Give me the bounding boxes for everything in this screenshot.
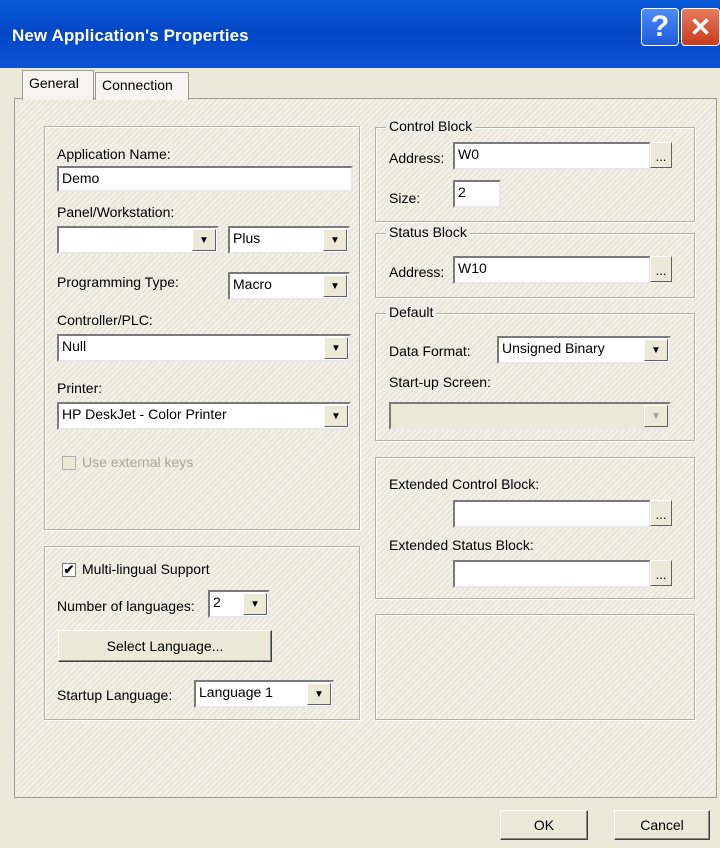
default-title: Default bbox=[386, 304, 437, 320]
ok-button[interactable]: OK bbox=[500, 810, 588, 840]
chevron-down-icon[interactable]: ▼ bbox=[324, 337, 348, 359]
data-format-combo[interactable]: Unsigned Binary ▼ bbox=[497, 336, 671, 364]
window-title: New Application's Properties bbox=[12, 26, 249, 45]
status-address-field[interactable]: W10 bbox=[453, 256, 651, 284]
close-button[interactable]: ✕ bbox=[681, 8, 720, 46]
status-block-title: Status Block bbox=[386, 224, 470, 240]
multilingual-label: Multi-lingual Support bbox=[82, 561, 210, 577]
programming-type-label: Programming Type: bbox=[57, 274, 179, 290]
printer-label: Printer: bbox=[57, 380, 103, 396]
printer-combo[interactable]: HP DeskJet - Color Printer ▼ bbox=[57, 402, 351, 430]
use-external-keys-label: Use external keys bbox=[82, 454, 194, 470]
extended-status-field[interactable] bbox=[453, 560, 651, 588]
panel-model-combo[interactable]: Plus ▼ bbox=[228, 226, 350, 254]
controller-combo[interactable]: Null ▼ bbox=[57, 334, 351, 362]
tab-general[interactable]: General bbox=[22, 70, 94, 100]
help-icon: ? bbox=[650, 10, 670, 43]
help-button[interactable]: ? bbox=[641, 8, 679, 46]
control-size-field[interactable]: 2 bbox=[453, 180, 501, 208]
extended-control-field[interactable] bbox=[453, 500, 651, 528]
data-format-label: Data Format: bbox=[389, 343, 471, 359]
control-address-browse-button[interactable]: ... bbox=[650, 142, 672, 168]
multilingual-checkbox[interactable]: ✔ bbox=[62, 563, 76, 577]
control-address-label: Address: bbox=[389, 150, 445, 166]
panel-combo[interactable]: ▼ bbox=[57, 226, 219, 254]
startup-screen-label: Start-up Screen: bbox=[389, 374, 491, 390]
extended-status-browse-button[interactable]: ... bbox=[650, 560, 672, 586]
status-address-label: Address: bbox=[389, 264, 445, 280]
cancel-button[interactable]: Cancel bbox=[614, 810, 710, 840]
control-block-title: Control Block bbox=[386, 118, 476, 134]
chevron-down-icon[interactable]: ▼ bbox=[644, 405, 668, 427]
chevron-down-icon[interactable]: ▼ bbox=[323, 275, 347, 297]
startup-language-label: Startup Language: bbox=[57, 687, 173, 703]
close-icon: ✕ bbox=[689, 11, 712, 42]
chevron-down-icon[interactable]: ▼ bbox=[323, 229, 347, 251]
chevron-down-icon[interactable]: ▼ bbox=[192, 229, 216, 251]
startup-screen-combo[interactable]: ▼ bbox=[389, 402, 671, 430]
extended-status-label: Extended Status Block: bbox=[389, 537, 534, 553]
app-name-field[interactable]: Demo bbox=[57, 166, 353, 192]
chevron-down-icon[interactable]: ▼ bbox=[307, 683, 331, 705]
num-languages-combo[interactable]: 2 ▼ bbox=[208, 590, 270, 618]
extended-control-browse-button[interactable]: ... bbox=[650, 500, 672, 526]
programming-type-combo[interactable]: Macro ▼ bbox=[228, 272, 350, 300]
status-address-browse-button[interactable]: ... bbox=[650, 256, 672, 282]
extended-control-label: Extended Control Block: bbox=[389, 476, 540, 492]
use-external-keys-checkbox[interactable] bbox=[62, 456, 76, 470]
chevron-down-icon[interactable]: ▼ bbox=[324, 405, 348, 427]
check-icon: ✔ bbox=[63, 562, 75, 577]
select-language-button[interactable]: Select Language... bbox=[58, 630, 272, 662]
num-languages-label: Number of languages: bbox=[57, 598, 195, 614]
chevron-down-icon[interactable]: ▼ bbox=[644, 339, 668, 361]
app-name-label: Application Name: bbox=[57, 146, 171, 162]
startup-language-combo[interactable]: Language 1 ▼ bbox=[194, 680, 334, 708]
empty-group bbox=[375, 614, 695, 720]
controller-label: Controller/PLC: bbox=[57, 312, 153, 328]
chevron-down-icon[interactable]: ▼ bbox=[243, 593, 267, 615]
control-size-label: Size: bbox=[389, 190, 421, 206]
panel-label: Panel/Workstation: bbox=[57, 204, 175, 220]
control-address-field[interactable]: W0 bbox=[453, 142, 651, 170]
tab-connection[interactable]: Connection bbox=[95, 72, 189, 100]
